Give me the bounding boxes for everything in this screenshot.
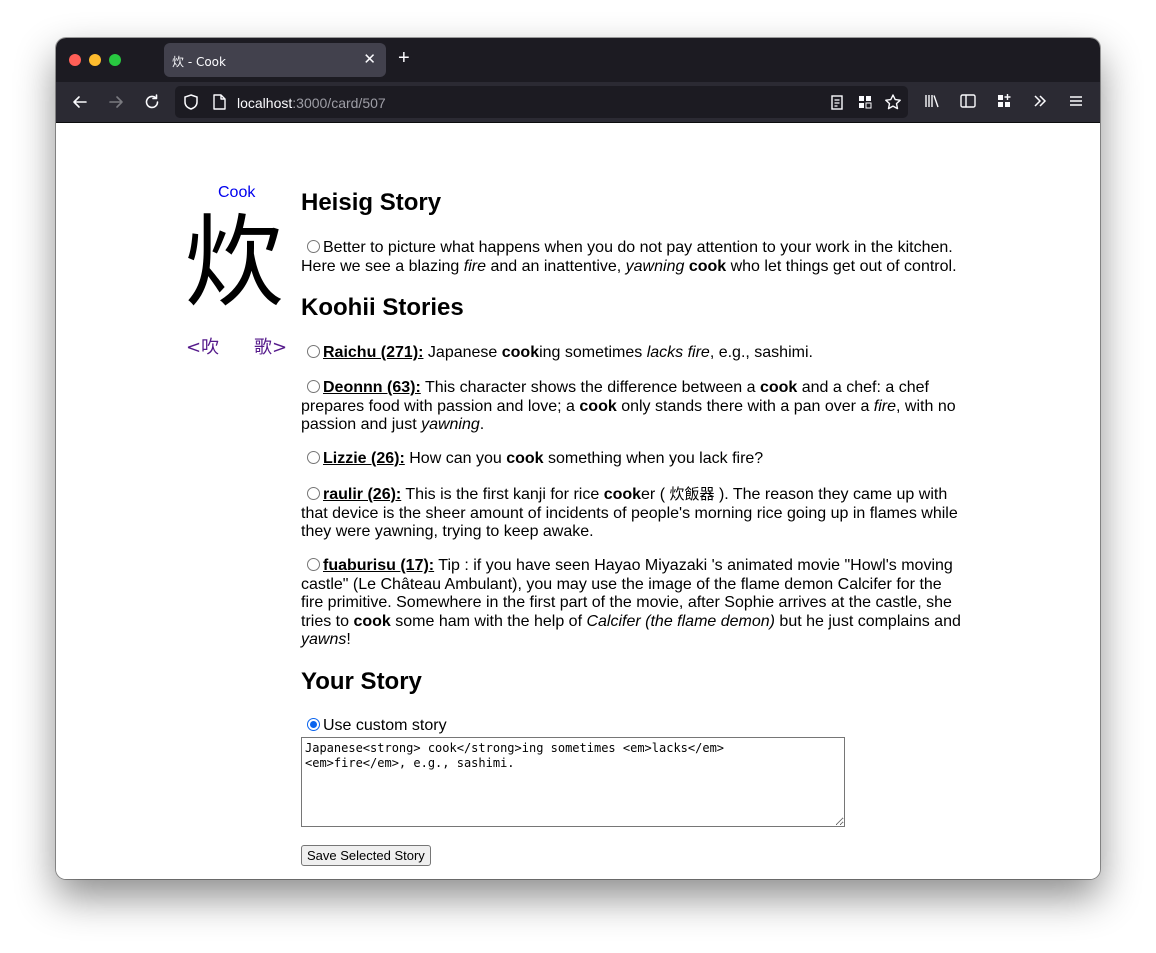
reader-view-icon[interactable] xyxy=(827,92,847,112)
koohii-story: raulir (26): This is the first kanji for… xyxy=(301,485,958,540)
library-icon[interactable] xyxy=(922,91,942,111)
bookmark-star-icon[interactable] xyxy=(883,92,903,112)
shield-icon[interactable] xyxy=(181,92,201,112)
author-link[interactable]: Lizzie (26): xyxy=(323,450,405,467)
page-icon xyxy=(213,94,226,110)
story-radio[interactable] xyxy=(307,451,320,464)
koohii-story: fuaburisu (17): Tip : if you have seen H… xyxy=(301,557,961,648)
zoom-window-button[interactable] xyxy=(109,54,121,66)
url-bar[interactable]: localhost:3000/card/507 xyxy=(175,86,908,118)
extensions-icon[interactable] xyxy=(994,91,1014,111)
heisig-story: Better to picture what happens when you … xyxy=(301,239,957,275)
forward-icon[interactable] xyxy=(105,91,127,113)
reload-icon[interactable] xyxy=(141,91,163,113)
custom-story-textarea[interactable]: Japanese<strong> cook</strong>ing someti… xyxy=(301,737,845,827)
koohii-story: Lizzie (26): How can you cook something … xyxy=(301,450,966,469)
nav-toolbar: localhost:3000/card/507 xyxy=(56,82,1100,123)
url-text: localhost:3000/card/507 xyxy=(237,95,386,111)
custom-story-label[interactable]: Use custom story xyxy=(323,717,447,734)
author-link[interactable]: raulir (26): xyxy=(323,486,401,503)
author-link[interactable]: fuaburisu (17): xyxy=(323,557,434,574)
your-story-heading: Your Story xyxy=(301,668,422,695)
author-link[interactable]: Deonnn (63): xyxy=(323,379,421,396)
story-radio[interactable] xyxy=(307,345,320,358)
story-radio[interactable] xyxy=(307,487,320,500)
page-content: Cook 炊 <吹 歌> Heisig Story Better to pict… xyxy=(56,123,1100,879)
title-bar: 炊 - Cook ✕ + xyxy=(56,38,1100,82)
story-radio[interactable] xyxy=(307,558,320,571)
custom-story-radio[interactable] xyxy=(307,718,320,731)
menu-icon[interactable] xyxy=(1066,91,1086,111)
prev-kanji-link[interactable]: <吹 xyxy=(186,333,219,359)
koohii-story: Raichu (271): Japanese cooking sometimes… xyxy=(301,344,966,363)
overflow-chevron-icon[interactable] xyxy=(1030,91,1050,111)
sidebar-icon[interactable] xyxy=(958,91,978,111)
tab-active[interactable]: 炊 - Cook ✕ xyxy=(164,43,386,77)
new-tab-icon[interactable]: + xyxy=(398,48,410,68)
minimize-window-button[interactable] xyxy=(89,54,101,66)
close-window-button[interactable] xyxy=(69,54,81,66)
extension-icon[interactable] xyxy=(855,92,875,112)
heisig-radio[interactable] xyxy=(307,240,320,253)
author-link[interactable]: Raichu (271): xyxy=(323,344,423,361)
next-kanji-link[interactable]: 歌> xyxy=(254,333,287,359)
heisig-heading: Heisig Story xyxy=(301,189,442,216)
story-radio[interactable] xyxy=(307,380,320,393)
close-tab-icon[interactable]: ✕ xyxy=(363,50,376,68)
koohii-heading: Koohii Stories xyxy=(301,294,464,321)
keyword-link[interactable]: Cook xyxy=(218,184,255,202)
koohii-story: Deonnn (63): This character shows the di… xyxy=(301,379,956,433)
browser-window: 炊 - Cook ✕ + localhost:3000/card/507 Coo… xyxy=(56,38,1100,879)
custom-story-option: Use custom story xyxy=(301,717,966,736)
tab-title: 炊 - Cook xyxy=(172,55,226,69)
kanji-character: 炊 xyxy=(184,204,284,321)
save-story-button[interactable]: Save Selected Story xyxy=(301,845,431,866)
back-icon[interactable] xyxy=(69,91,91,113)
